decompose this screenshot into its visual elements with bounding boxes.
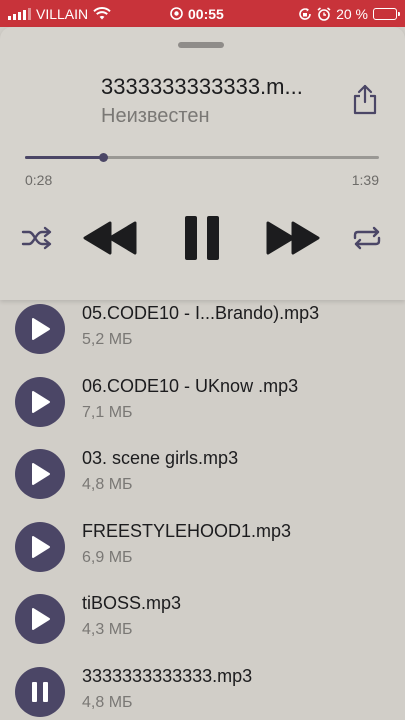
battery-percentage: 20 % — [336, 5, 368, 22]
song-row[interactable]: 3333333333333.mp3 4,8 МБ — [0, 656, 405, 720]
song-name: tiBOSS.mp3 — [82, 593, 182, 613]
status-bar: VILLAIN 00:55 20 % — [0, 0, 405, 27]
progress-knob[interactable] — [98, 153, 108, 162]
song-row[interactable]: tiBOSS.mp3 4,3 МБ — [0, 583, 405, 655]
progress-fill — [25, 156, 103, 159]
status-time: 00:55 — [188, 5, 224, 22]
play-icon[interactable] — [15, 594, 65, 644]
battery-icon — [373, 7, 400, 20]
status-right: 20 % — [298, 5, 400, 22]
track-title: 3333333333333.m... — [101, 74, 303, 99]
progress-slider[interactable] — [25, 153, 379, 162]
now-playing-icon — [170, 7, 183, 20]
song-size: 4,8 МБ — [82, 693, 133, 711]
cell-signal-icon — [8, 7, 31, 20]
song-row[interactable]: 05.CODE10 - I...Brando).mp3 5,2 МБ — [0, 300, 405, 365]
song-name: 03. scene girls.mp3 — [82, 448, 239, 468]
song-name: 05.CODE10 - I...Brando).mp3 — [82, 303, 320, 323]
alarm-icon — [317, 6, 331, 21]
song-row[interactable]: FREESTYLEHOOD1.mp3 6,9 МБ — [0, 511, 405, 583]
sheet-grabber-handle[interactable] — [178, 42, 224, 48]
elapsed-time: 0:28 — [25, 172, 53, 188]
pause-icon[interactable] — [183, 214, 221, 262]
shuffle-icon[interactable] — [21, 225, 53, 251]
total-duration: 1:39 — [351, 172, 379, 188]
rewind-icon[interactable] — [82, 220, 138, 256]
share-icon[interactable] — [350, 83, 380, 115]
orientation-lock-icon — [299, 7, 311, 20]
song-size: 4,8 МБ — [82, 476, 133, 493]
song-size: 4,3 МБ — [82, 621, 133, 638]
play-icon[interactable] — [15, 304, 65, 354]
now-playing-panel: 3333333333333.m... Неизвестен 0:28 1:39 — [0, 27, 405, 300]
play-icon[interactable] — [15, 521, 65, 572]
song-list[interactable]: 05.CODE10 - I...Brando).mp3 5,2 МБ 06.CODE… — [0, 300, 405, 720]
wifi-icon — [93, 7, 111, 20]
fast-forward-icon[interactable] — [265, 220, 321, 256]
play-icon[interactable] — [15, 376, 65, 427]
song-name: 3333333333333.mp3 — [82, 665, 253, 686]
song-name: 06.CODE10 - UKnow .mp3 — [82, 375, 299, 396]
song-size: 5,2 МБ — [82, 331, 133, 348]
song-name: FREESTYLEHOOD1.mp3 — [82, 520, 292, 541]
track-artist: Неизвестен — [101, 105, 210, 127]
song-size: 6,9 МБ — [82, 548, 133, 566]
status-left: VILLAIN — [8, 6, 111, 22]
pause-icon[interactable] — [15, 666, 65, 717]
status-center: 00:55 — [170, 6, 224, 22]
carrier-name: VILLAIN — [36, 5, 89, 22]
song-row[interactable]: 03. scene girls.mp3 4,8 МБ — [0, 438, 405, 510]
song-size: 7,1 МБ — [82, 403, 133, 421]
song-row[interactable]: 06.CODE10 - UKnow .mp3 7,1 МБ — [0, 366, 405, 438]
repeat-icon[interactable] — [351, 225, 383, 251]
play-icon[interactable] — [15, 449, 65, 499]
